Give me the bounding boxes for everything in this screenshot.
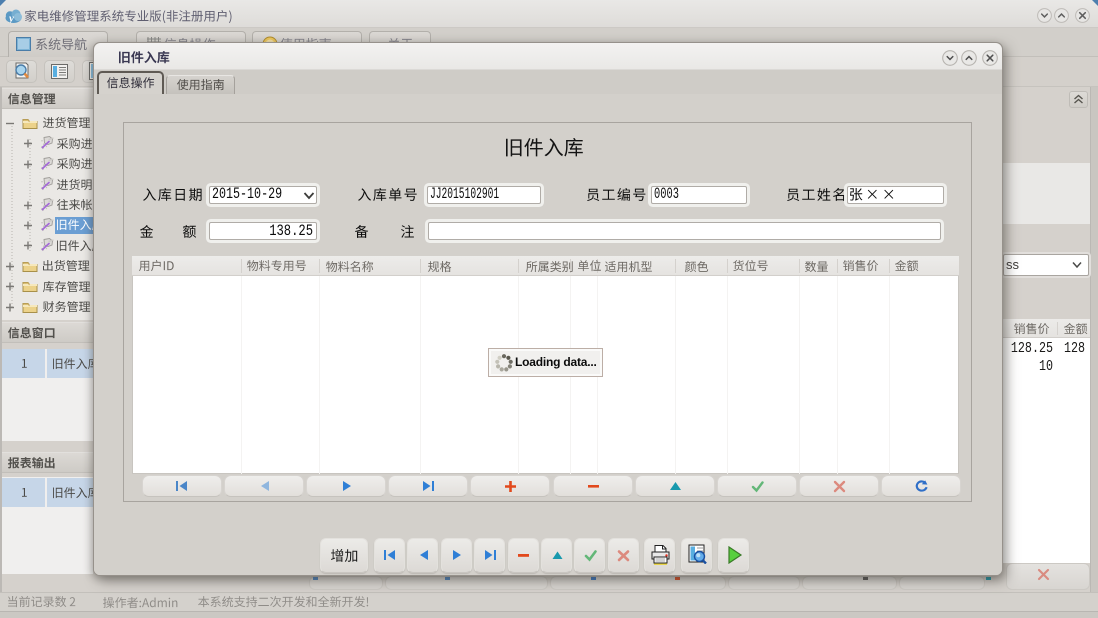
svg-text:y: y xyxy=(7,13,14,24)
